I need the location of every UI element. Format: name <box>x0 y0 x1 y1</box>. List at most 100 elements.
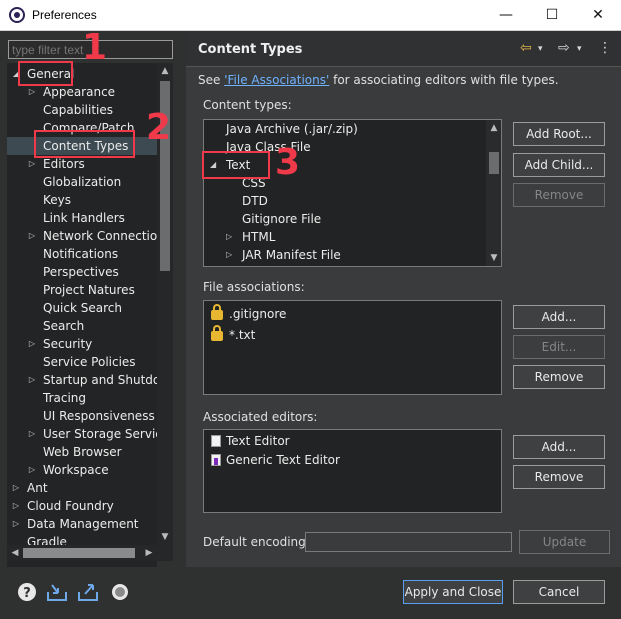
dialog-footer: ? Apply and Close Cancel <box>0 567 621 619</box>
tree-item[interactable]: Perspectives <box>7 263 157 281</box>
scroll-down-icon[interactable]: ▼ <box>157 529 173 545</box>
tree-item[interactable]: Notifications <box>7 245 157 263</box>
tree-item[interactable]: Link Handlers <box>7 209 157 227</box>
scroll-up-icon[interactable]: ▲ <box>486 120 501 136</box>
scroll-down-icon[interactable]: ▼ <box>486 250 501 266</box>
associated-editor-item[interactable]: Generic Text Editor <box>211 451 340 469</box>
collapsed-arrow-icon[interactable]: ▷ <box>226 228 232 246</box>
content-types-tree[interactable]: ▲ ▼ Java Archive (.jar/.zip) Java Class F… <box>203 119 502 267</box>
close-button[interactable]: ✕ <box>575 0 621 31</box>
collapsed-arrow-icon[interactable]: ▷ <box>27 335 37 353</box>
tree-item-label: Security <box>43 337 93 351</box>
edit-file-association-button[interactable]: Edit... <box>513 335 605 359</box>
export-preferences-icon[interactable] <box>77 582 98 602</box>
tree-item-label: Network Connections <box>43 229 157 243</box>
update-button[interactable]: Update <box>519 530 610 554</box>
tree-horizontal-scrollbar[interactable]: ◀ ▶ <box>7 545 157 561</box>
default-encoding-label: Default encoding: <box>203 535 310 549</box>
associated-editor-label: Text Editor <box>226 434 290 448</box>
back-arrow-icon[interactable]: ⇦ <box>520 40 532 56</box>
tree-item[interactable]: ▷ Startup and Shutdown <box>7 371 157 389</box>
content-type-item[interactable]: ▷ JAR Manifest File <box>204 246 484 264</box>
file-association-item[interactable]: .gitignore <box>211 304 286 323</box>
remove-content-type-button[interactable]: Remove <box>513 183 605 207</box>
content-types-page: Content Types ⇦ ▾ ⇨ ▾ ⋮ See 'File Associ… <box>186 31 621 567</box>
tree-item[interactable]: Globalization <box>7 173 157 191</box>
collapsed-arrow-icon[interactable]: ▷ <box>27 371 37 389</box>
svg-text:?: ? <box>23 586 31 601</box>
window-title: Preferences <box>32 8 97 22</box>
default-encoding-input[interactable] <box>305 532 512 552</box>
collapsed-arrow-icon[interactable]: ▷ <box>226 246 232 264</box>
tree-item[interactable]: ▷ Workspace <box>7 461 157 479</box>
content-types-scroll-thumb[interactable] <box>489 152 499 174</box>
content-types-scrollbar[interactable]: ▲ ▼ <box>486 120 501 266</box>
tree-item[interactable]: Service Policies <box>7 353 157 371</box>
content-type-item[interactable]: ▷ HTML <box>204 228 484 246</box>
tree-item-label: Service Policies <box>43 355 136 369</box>
tree-item[interactable]: Web Browser <box>7 443 157 461</box>
content-type-item[interactable]: DTD <box>204 192 484 210</box>
content-type-label: JAR Manifest File <box>242 248 341 262</box>
tree-item-label: Startup and Shutdown <box>43 373 157 387</box>
eclipse-app-icon <box>9 7 25 23</box>
apply-and-close-button[interactable]: Apply and Close <box>403 580 503 604</box>
tree-item[interactable]: ▷ User Storage Service <box>7 425 157 443</box>
tree-item-label: Tracing <box>43 391 87 405</box>
collapsed-arrow-icon[interactable]: ▷ <box>27 425 37 443</box>
file-associations-link[interactable]: 'File Associations' <box>224 73 329 87</box>
cancel-button[interactable]: Cancel <box>513 580 605 604</box>
tree-item[interactable]: ▷ Security <box>7 335 157 353</box>
collapsed-arrow-icon[interactable]: ▷ <box>11 479 21 497</box>
content-type-label: DTD <box>242 194 268 208</box>
remove-file-association-button[interactable]: Remove <box>513 365 605 389</box>
content-type-item[interactable]: Java Archive (.jar/.zip) <box>204 120 484 138</box>
collapsed-arrow-icon[interactable]: ▷ <box>11 515 21 533</box>
forward-dropdown-icon[interactable]: ▾ <box>577 44 582 54</box>
hint-suffix: for associating editors with file types. <box>329 73 559 87</box>
tree-item[interactable]: Quick Search <box>7 299 157 317</box>
remove-editor-button[interactable]: Remove <box>513 465 605 489</box>
tree-horizontal-scroll-thumb[interactable] <box>23 548 135 558</box>
maximize-button[interactable]: ☐ <box>529 0 575 31</box>
minimize-button[interactable]: — <box>483 0 529 31</box>
tree-item-label: Quick Search <box>43 301 122 315</box>
tree-item[interactable]: Keys <box>7 191 157 209</box>
view-menu-icon[interactable]: ⋮ <box>598 40 612 56</box>
tree-item[interactable]: ▷ Network Connections <box>7 227 157 245</box>
tree-item[interactable]: UI Responsiveness Monitoring <box>7 407 157 425</box>
add-root-button[interactable]: Add Root... <box>513 122 605 146</box>
associated-editors-list[interactable]: Text Editor Generic Text Editor <box>203 429 502 513</box>
tree-item[interactable]: Project Natures <box>7 281 157 299</box>
tree-item[interactable]: ▷ Data Management <box>7 515 157 533</box>
help-icon[interactable]: ? <box>17 582 37 602</box>
tree-item[interactable]: ▷ Cloud Foundry <box>7 497 157 515</box>
content-type-item[interactable]: Gitignore File <box>204 210 484 228</box>
tree-item[interactable]: Tracing <box>7 389 157 407</box>
content-types-label: Content types: <box>203 98 292 112</box>
file-association-item[interactable]: *.txt <box>211 325 255 344</box>
record-icon[interactable] <box>110 582 130 602</box>
import-preferences-icon[interactable] <box>46 582 67 602</box>
forward-arrow-icon[interactable]: ⇨ <box>558 40 570 56</box>
tree-item[interactable]: Search <box>7 317 157 335</box>
scroll-left-icon[interactable]: ◀ <box>7 545 23 561</box>
associated-editor-item[interactable]: Text Editor <box>211 432 290 450</box>
file-associations-list[interactable]: .gitignore *.txt <box>203 300 502 395</box>
collapsed-arrow-icon[interactable]: ▷ <box>27 461 37 479</box>
scroll-right-icon[interactable]: ▶ <box>141 545 157 561</box>
annotation-number-3: 3 <box>275 142 301 183</box>
collapsed-arrow-icon[interactable]: ▷ <box>11 497 21 515</box>
scroll-up-icon[interactable]: ▲ <box>157 63 173 79</box>
add-editor-button[interactable]: Add... <box>513 435 605 459</box>
collapsed-arrow-icon[interactable]: ▷ <box>27 227 37 245</box>
back-dropdown-icon[interactable]: ▾ <box>538 44 543 54</box>
tree-item-label: Web Browser <box>43 445 122 459</box>
tree-item[interactable]: ▷ Ant <box>7 479 157 497</box>
tree-item-label: Notifications <box>43 247 119 261</box>
text-editor-icon <box>211 435 221 447</box>
add-child-button[interactable]: Add Child... <box>513 153 605 177</box>
add-file-association-button[interactable]: Add... <box>513 305 605 329</box>
annotation-number-2: 2 <box>146 107 172 148</box>
tree-item[interactable]: Capabilities <box>7 101 157 119</box>
